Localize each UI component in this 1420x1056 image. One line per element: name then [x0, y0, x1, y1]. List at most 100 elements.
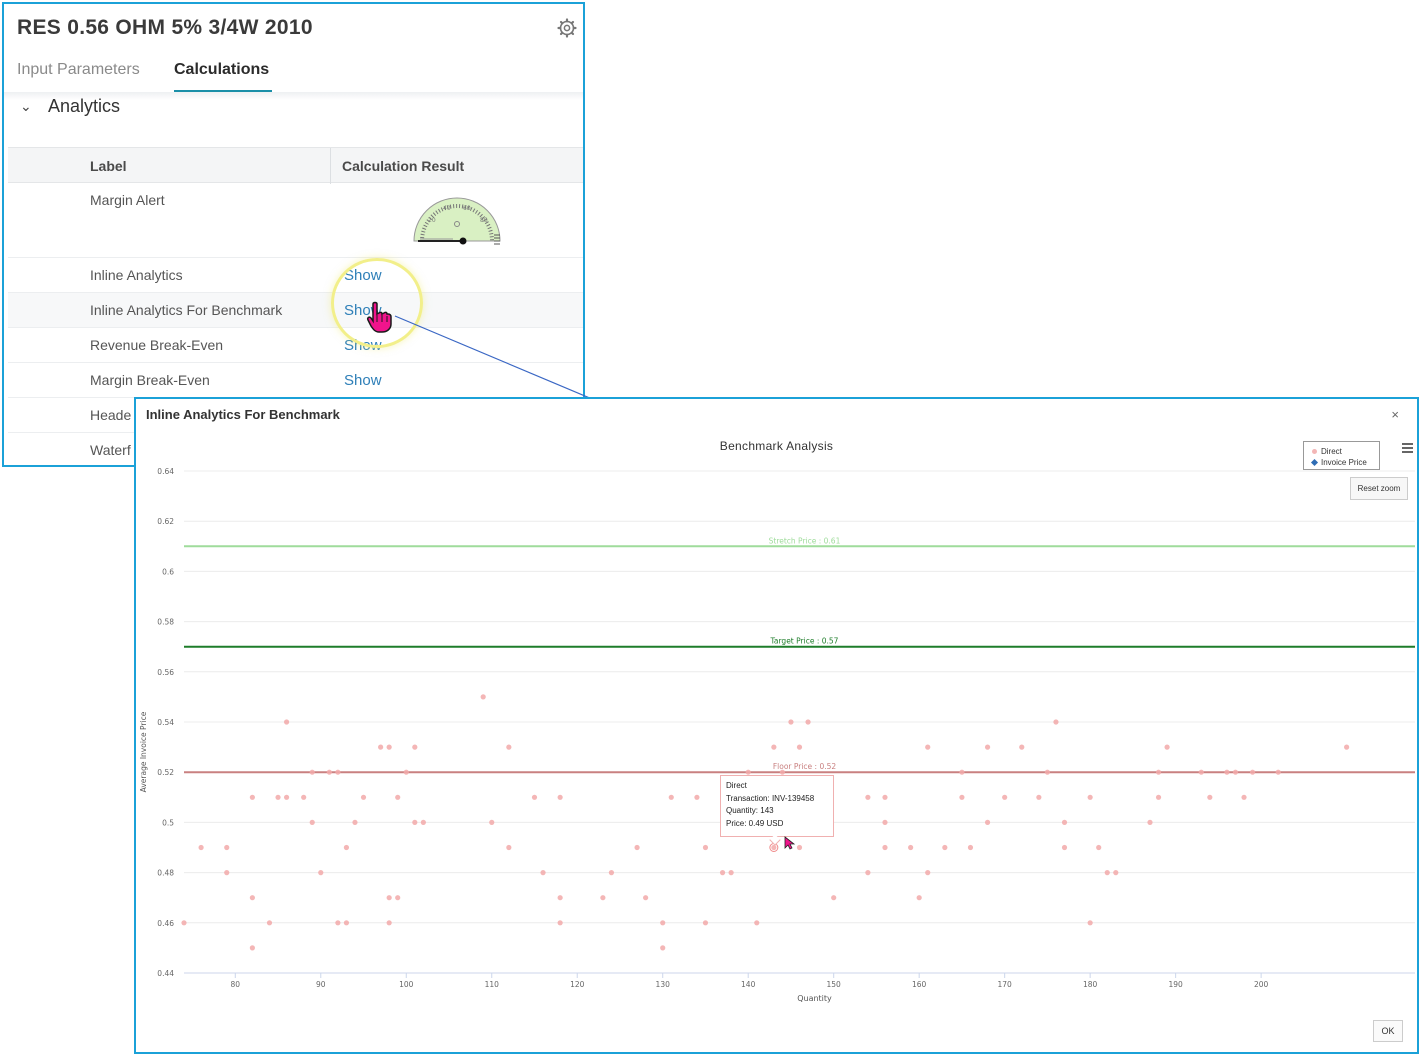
reset-zoom-button[interactable]: Reset zoom [1350, 477, 1408, 500]
x-tick-label: 180 [1083, 980, 1098, 989]
data-point [283, 719, 290, 725]
margin-gauge-icon: 20 40 60 80 [413, 197, 501, 245]
data-point [1044, 769, 1051, 775]
data-point [600, 895, 606, 901]
data-point [318, 870, 324, 876]
x-tick-label: 150 [827, 980, 842, 989]
chart-menu-icon[interactable] [1402, 443, 1413, 453]
table-header: Label Calculation Result [8, 147, 583, 184]
data-point [771, 744, 777, 750]
data-point [608, 870, 615, 876]
tooltip-transaction: Transaction: INV-139458 [726, 793, 815, 803]
header-label: Label [90, 158, 127, 174]
y-tick-label: 0.56 [157, 668, 174, 677]
tooltip-quantity: Quantity: 143 [726, 806, 774, 815]
tooltip-price: Price: 0.49 USD [726, 818, 784, 828]
data-point [343, 920, 350, 926]
row-label: Waterf [90, 442, 131, 458]
y-tick-label: 0.6 [162, 567, 174, 576]
data-point [796, 744, 803, 750]
data-point [1019, 744, 1025, 750]
tab-input-parameters[interactable]: Input Parameters [17, 61, 140, 79]
hand-cursor-icon [367, 301, 392, 333]
x-tick-label: 200 [1254, 980, 1269, 989]
data-point [283, 794, 290, 800]
data-point [694, 794, 700, 800]
table-row: Inline Analytics For Benchmark Show [8, 293, 583, 328]
x-tick-label: 80 [231, 980, 241, 989]
x-tick-label: 90 [316, 980, 326, 989]
close-icon[interactable]: × [1391, 407, 1399, 422]
y-axis-title: Average Invoice Price [139, 711, 148, 792]
y-tick-label: 0.5 [162, 818, 174, 827]
legend-item-direct[interactable]: Direct [1312, 447, 1342, 456]
column-divider [330, 148, 331, 184]
data-point [249, 794, 255, 800]
data-point [335, 769, 341, 775]
pointer-cursor-icon [784, 836, 796, 850]
point-tooltip: Direct Transaction: INV-139458 Quantity:… [720, 775, 834, 846]
data-point [865, 870, 871, 876]
data-point [1232, 769, 1239, 775]
data-point [301, 794, 307, 800]
x-tick-label: 170 [998, 980, 1013, 989]
data-point [882, 844, 888, 851]
data-point [831, 895, 837, 901]
data-point [719, 870, 726, 876]
row-label: Inline Analytics [90, 267, 183, 283]
data-point [660, 945, 666, 951]
row-label: Heade [90, 407, 132, 423]
chart-legend[interactable]: Direct Invoice Price [1303, 441, 1380, 470]
reference-line-label: Target Price : 0.57 [770, 637, 839, 646]
data-point [403, 769, 409, 775]
reference-line-label: Stretch Price : 0.61 [769, 536, 841, 545]
gear-icon[interactable] [557, 18, 577, 38]
data-point [506, 744, 512, 750]
scatter-chart[interactable]: 0.44 0.46 0.48 0.5 0.52 0.54 0.56 0.58 0.6 0.62 0.… [136, 429, 1417, 1029]
data-point [540, 870, 546, 876]
ok-button[interactable]: OK [1373, 1020, 1403, 1042]
data-point [198, 844, 204, 851]
data-point [771, 844, 777, 851]
x-tick-label: 140 [741, 980, 756, 989]
data-point [1275, 769, 1281, 775]
data-point [1096, 844, 1102, 851]
data-point [1207, 794, 1213, 800]
legend-item-invoice-price[interactable]: Invoice Price [1310, 458, 1367, 467]
data-point [309, 819, 315, 825]
data-point [796, 844, 803, 851]
show-link[interactable]: Show [344, 372, 382, 389]
y-tick-label: 0.44 [157, 969, 174, 978]
row-label: Margin Alert [90, 192, 165, 208]
data-point [420, 819, 426, 825]
data-point [1344, 744, 1350, 750]
data-point [984, 819, 991, 825]
data-point [386, 895, 392, 901]
data-point [343, 844, 350, 851]
svg-text:40: 40 [443, 205, 451, 212]
table-row: Margin Break-Even Show [8, 363, 583, 398]
data-point [386, 920, 392, 926]
data-point [480, 694, 486, 700]
data-point [984, 744, 991, 750]
data-point [634, 844, 640, 851]
header-result: Calculation Result [342, 158, 465, 174]
data-point [181, 920, 187, 926]
data-point [1113, 870, 1119, 876]
tab-calculations[interactable]: Calculations [174, 61, 269, 79]
y-tick-label: 0.48 [157, 869, 174, 878]
data-point [882, 794, 888, 800]
x-axis-title: Quantity [797, 994, 832, 1003]
data-point [660, 920, 666, 926]
x-tick-label: 190 [1168, 980, 1183, 989]
data-point [959, 769, 965, 775]
data-point [386, 744, 392, 750]
data-point [728, 870, 734, 876]
data-point [1104, 870, 1110, 876]
y-tick-label: 0.58 [157, 618, 174, 627]
benchmark-dialog: Inline Analytics For Benchmark × Benchma… [134, 397, 1419, 1054]
data-point [925, 870, 931, 876]
x-tick-label: 120 [570, 980, 585, 989]
data-point [788, 719, 794, 725]
data-point [668, 794, 674, 800]
